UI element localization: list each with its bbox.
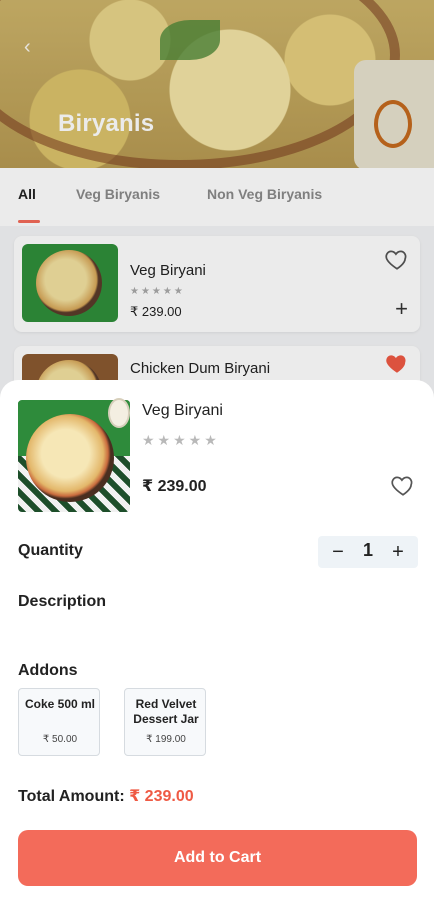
sheet-item-price: ₹ 239.00 (142, 478, 207, 495)
rating-stars: ★★★★★ (142, 432, 220, 448)
addon-price: ₹ 199.00 (146, 734, 186, 745)
addon-name: Red Velvet Dessert Jar (133, 697, 199, 726)
description-label: Description (18, 593, 107, 610)
sheet-item-name: Veg Biryani (142, 402, 223, 419)
addon-card[interactable]: Red Velvet Dessert Jar ₹ 199.00 (124, 688, 206, 756)
total-amount-row: Total Amount: ₹ 239.00 (18, 786, 194, 806)
addon-name: Coke 500 ml (24, 697, 96, 711)
increase-quantity-button[interactable]: + (384, 538, 412, 566)
quantity-value: 1 (362, 540, 373, 560)
decrease-quantity-button[interactable]: − (324, 538, 352, 566)
quantity-label: Quantity (18, 542, 83, 559)
quantity-stepper: − 1 + (318, 536, 418, 568)
item-detail-sheet: Veg Biryani ★★★★★ ₹ 239.00 Quantity − 1 … (0, 380, 434, 900)
addon-price: ₹ 50.00 (42, 734, 78, 745)
addons-label: Addons (18, 662, 78, 679)
total-amount: ₹ 239.00 (129, 788, 194, 805)
total-label: Total Amount: (18, 788, 125, 805)
add-to-cart-button[interactable]: Add to Cart (18, 830, 417, 886)
addon-card[interactable]: Coke 500 ml ₹ 50.00 (18, 688, 100, 756)
heart-outline-icon[interactable] (390, 472, 416, 498)
